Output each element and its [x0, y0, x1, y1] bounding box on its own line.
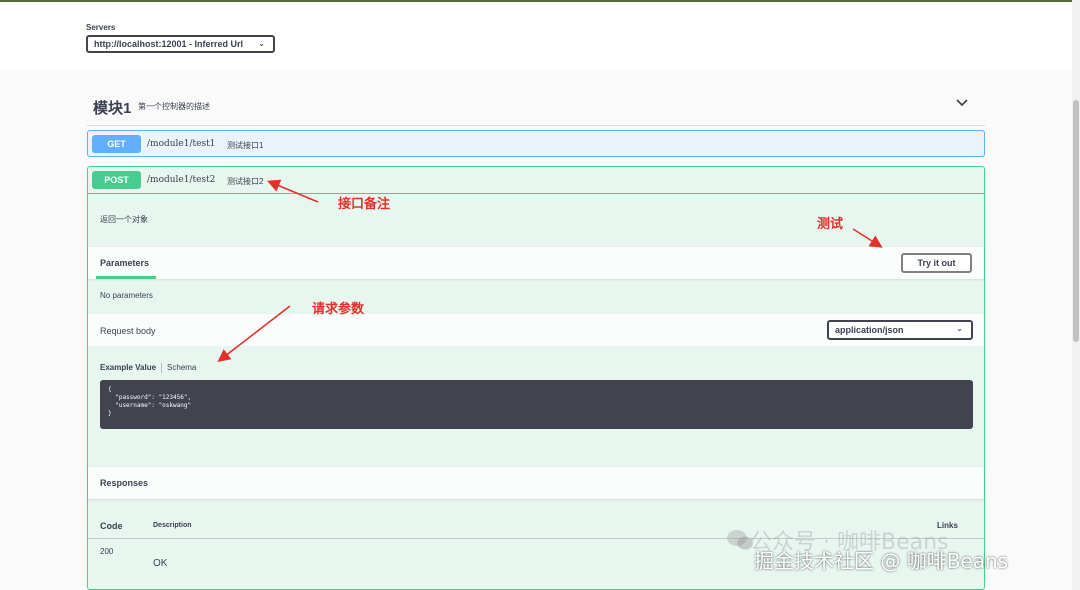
operation-path: /module1/test1 [147, 139, 216, 149]
operation-description: 返回一个对象 [100, 215, 148, 224]
server-select-value: http://localhost:12001 - Inferred Url [94, 39, 244, 49]
annotation-interface-note: 接口备注 [338, 196, 391, 211]
tab-active-indicator [96, 276, 156, 279]
operation-summary: 测试接口2 [227, 177, 264, 186]
tag-section-header[interactable]: 模块1 第一个控制器的描述 [87, 92, 985, 126]
operation-summary: 测试接口1 [227, 141, 264, 150]
content-type-select[interactable]: application/json ⌄ [827, 320, 973, 340]
tab-divider [161, 363, 163, 373]
tab-parameters[interactable]: Parameters [100, 258, 149, 268]
annotation-test: 测试 [817, 216, 844, 231]
chevron-down-icon[interactable] [955, 96, 969, 110]
servers-label: Servers [86, 23, 116, 32]
operation-get-test1[interactable]: GET /module1/test1 测试接口1 [87, 130, 985, 157]
tab-schema[interactable]: Schema [167, 363, 196, 372]
tag-name: 模块1 [93, 100, 132, 117]
request-body-label: Request body [100, 326, 156, 336]
page-scrollbar[interactable] [1072, 0, 1080, 590]
annotation-request-params: 请求参数 [312, 301, 365, 316]
column-description: Description [153, 522, 192, 529]
content-type-value: application/json [835, 325, 904, 335]
operation-path: /module1/test2 [147, 175, 216, 185]
request-body-header: Request body application/json ⌄ [88, 314, 984, 346]
column-code: Code [100, 521, 123, 531]
watermark-line2: 掘金技术社区 @ 咖啡Beans [754, 549, 1009, 573]
servers-bar: Servers http://localhost:12001 - Inferre… [0, 2, 1072, 71]
scrollbar-thumb[interactable] [1073, 100, 1079, 342]
chevron-down-icon: ⌄ [258, 39, 265, 48]
method-badge-post: POST [92, 171, 141, 189]
tab-example-value[interactable]: Example Value [100, 363, 156, 372]
method-badge-get: GET [92, 135, 141, 153]
responses-label: Responses [100, 478, 149, 488]
try-it-out-button[interactable]: Try it out [901, 253, 972, 273]
example-code-block[interactable]: { "password": "123456", "username": "osk… [100, 380, 973, 429]
example-tabs: Example Value Schema [100, 363, 196, 373]
tag-description: 第一个控制器的描述 [138, 102, 210, 111]
chevron-down-icon: ⌄ [956, 324, 963, 333]
response-description: OK [153, 558, 168, 569]
operation-post-header[interactable]: POST /module1/test2 测试接口2 [88, 167, 984, 194]
parameters-header: Parameters Try it out [88, 247, 984, 279]
server-select[interactable]: http://localhost:12001 - Inferred Url ⌄ [86, 35, 275, 53]
response-code: 200 [100, 547, 114, 556]
responses-header: Responses [88, 467, 984, 499]
no-parameters-text: No parameters [100, 291, 153, 300]
